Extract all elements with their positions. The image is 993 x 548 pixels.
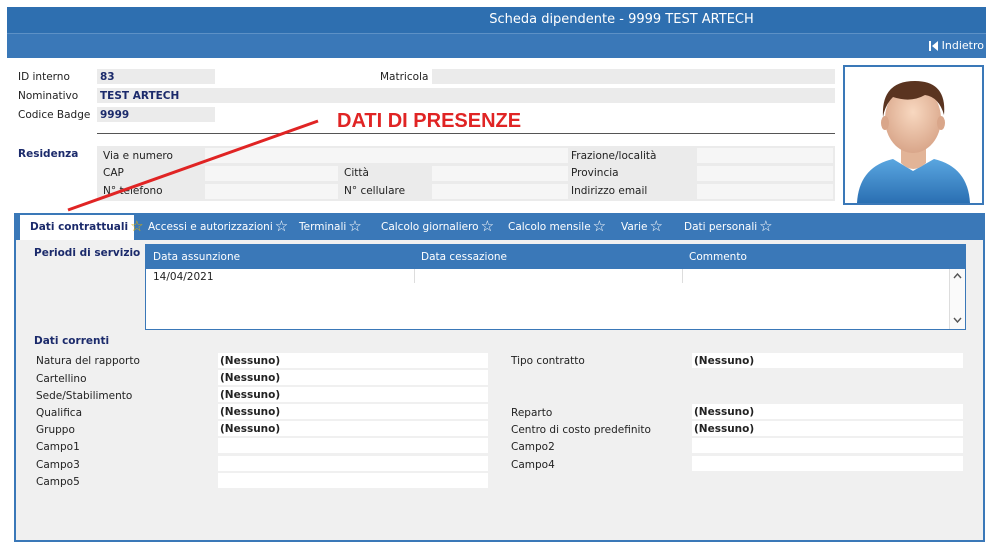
qualifica-value: (Nessuno) [220, 406, 281, 418]
natura-field[interactable]: (Nessuno) [218, 353, 488, 368]
campo4-label: Campo4 [511, 459, 555, 471]
natura-value: (Nessuno) [220, 355, 281, 367]
cell-divider [682, 269, 683, 283]
campo3-label: Campo3 [36, 459, 80, 471]
tab-label: Terminali [299, 221, 347, 233]
col-commento[interactable]: Commento [689, 251, 747, 263]
periodi-grid[interactable]: Data assunzione Data cessazione Commento… [145, 244, 966, 330]
reparto-field[interactable]: (Nessuno) [692, 404, 963, 419]
cartellino-field[interactable]: (Nessuno) [218, 370, 488, 385]
campo1-field[interactable] [218, 438, 488, 453]
periodi-title: Periodi di servizio [34, 247, 141, 259]
sede-field[interactable]: (Nessuno) [218, 387, 488, 402]
tab-label: Calcolo giornaliero [381, 221, 479, 233]
tab-bar: Dati contrattuali ☆ Accessi e autorizzazi… [16, 215, 983, 240]
gruppo-value: (Nessuno) [220, 423, 281, 435]
tab-terminali[interactable]: Terminali ☆ [299, 215, 362, 240]
chevron-down-icon[interactable] [953, 317, 962, 323]
cell-divider [414, 269, 415, 283]
campo5-label: Campo5 [36, 476, 80, 488]
centro-field[interactable]: (Nessuno) [692, 421, 963, 436]
tab-dati-contrattuali[interactable]: Dati contrattuali ☆ [20, 215, 144, 240]
tab-label: Accessi e autorizzazioni [148, 221, 273, 233]
star-outline-icon: ☆ [649, 217, 663, 235]
col-data-assunzione[interactable]: Data assunzione [153, 251, 240, 263]
tab-label: Dati contrattuali [30, 221, 129, 233]
cartellino-value: (Nessuno) [220, 372, 281, 384]
star-outline-icon: ☆ [130, 217, 144, 235]
tab-label: Calcolo mensile [508, 221, 591, 233]
sede-label: Sede/Stabilimento [36, 390, 133, 402]
tab-dati-personali[interactable]: Dati personali ☆ [684, 215, 773, 240]
star-outline-icon: ☆ [480, 217, 495, 235]
cell-assunzione: 14/04/2021 [153, 271, 214, 283]
tab-varie[interactable]: Varie ☆ [621, 215, 663, 240]
star-outline-icon: ☆ [759, 217, 773, 235]
grid-scrollbar[interactable] [949, 269, 965, 329]
gruppo-field[interactable]: (Nessuno) [218, 421, 488, 436]
star-outline-icon: ☆ [348, 217, 362, 235]
campo5-field[interactable] [218, 473, 488, 488]
tab-label: Dati personali [684, 221, 758, 233]
qualifica-label: Qualifica [36, 407, 83, 419]
reparto-label: Reparto [511, 407, 553, 419]
grid-header: Data assunzione Data cessazione Commento [146, 245, 965, 269]
natura-label: Natura del rapporto [36, 355, 140, 367]
tab-calcolo-mensile[interactable]: Calcolo mensile ☆ [508, 215, 606, 240]
campo2-field[interactable] [692, 438, 963, 453]
chevron-up-icon[interactable] [953, 273, 962, 279]
tipo-field[interactable]: (Nessuno) [692, 353, 963, 368]
tipo-value: (Nessuno) [694, 355, 755, 367]
star-outline-icon: ☆ [274, 217, 289, 235]
star-outline-icon: ☆ [592, 217, 607, 235]
campo4-field[interactable] [692, 456, 963, 471]
centro-label: Centro di costo predefinito [511, 424, 651, 436]
dati-correnti-title: Dati correnti [34, 335, 110, 347]
centro-value: (Nessuno) [694, 423, 755, 435]
tab-accessi[interactable]: Accessi e autorizzazioni ☆ [148, 215, 288, 240]
tipo-label: Tipo contratto [511, 355, 585, 367]
table-row[interactable]: 14/04/2021 [146, 269, 950, 283]
campo2-label: Campo2 [511, 441, 555, 453]
cartellino-label: Cartellino [36, 373, 87, 385]
campo3-field[interactable] [218, 456, 488, 471]
gruppo-label: Gruppo [36, 424, 75, 436]
sede-value: (Nessuno) [220, 389, 281, 401]
reparto-value: (Nessuno) [694, 406, 755, 418]
tab-calcolo-giornaliero[interactable]: Calcolo giornaliero ☆ [381, 215, 494, 240]
campo1-label: Campo1 [36, 441, 80, 453]
tab-label: Varie [621, 221, 648, 233]
col-data-cessazione[interactable]: Data cessazione [421, 251, 507, 263]
qualifica-field[interactable]: (Nessuno) [218, 404, 488, 419]
